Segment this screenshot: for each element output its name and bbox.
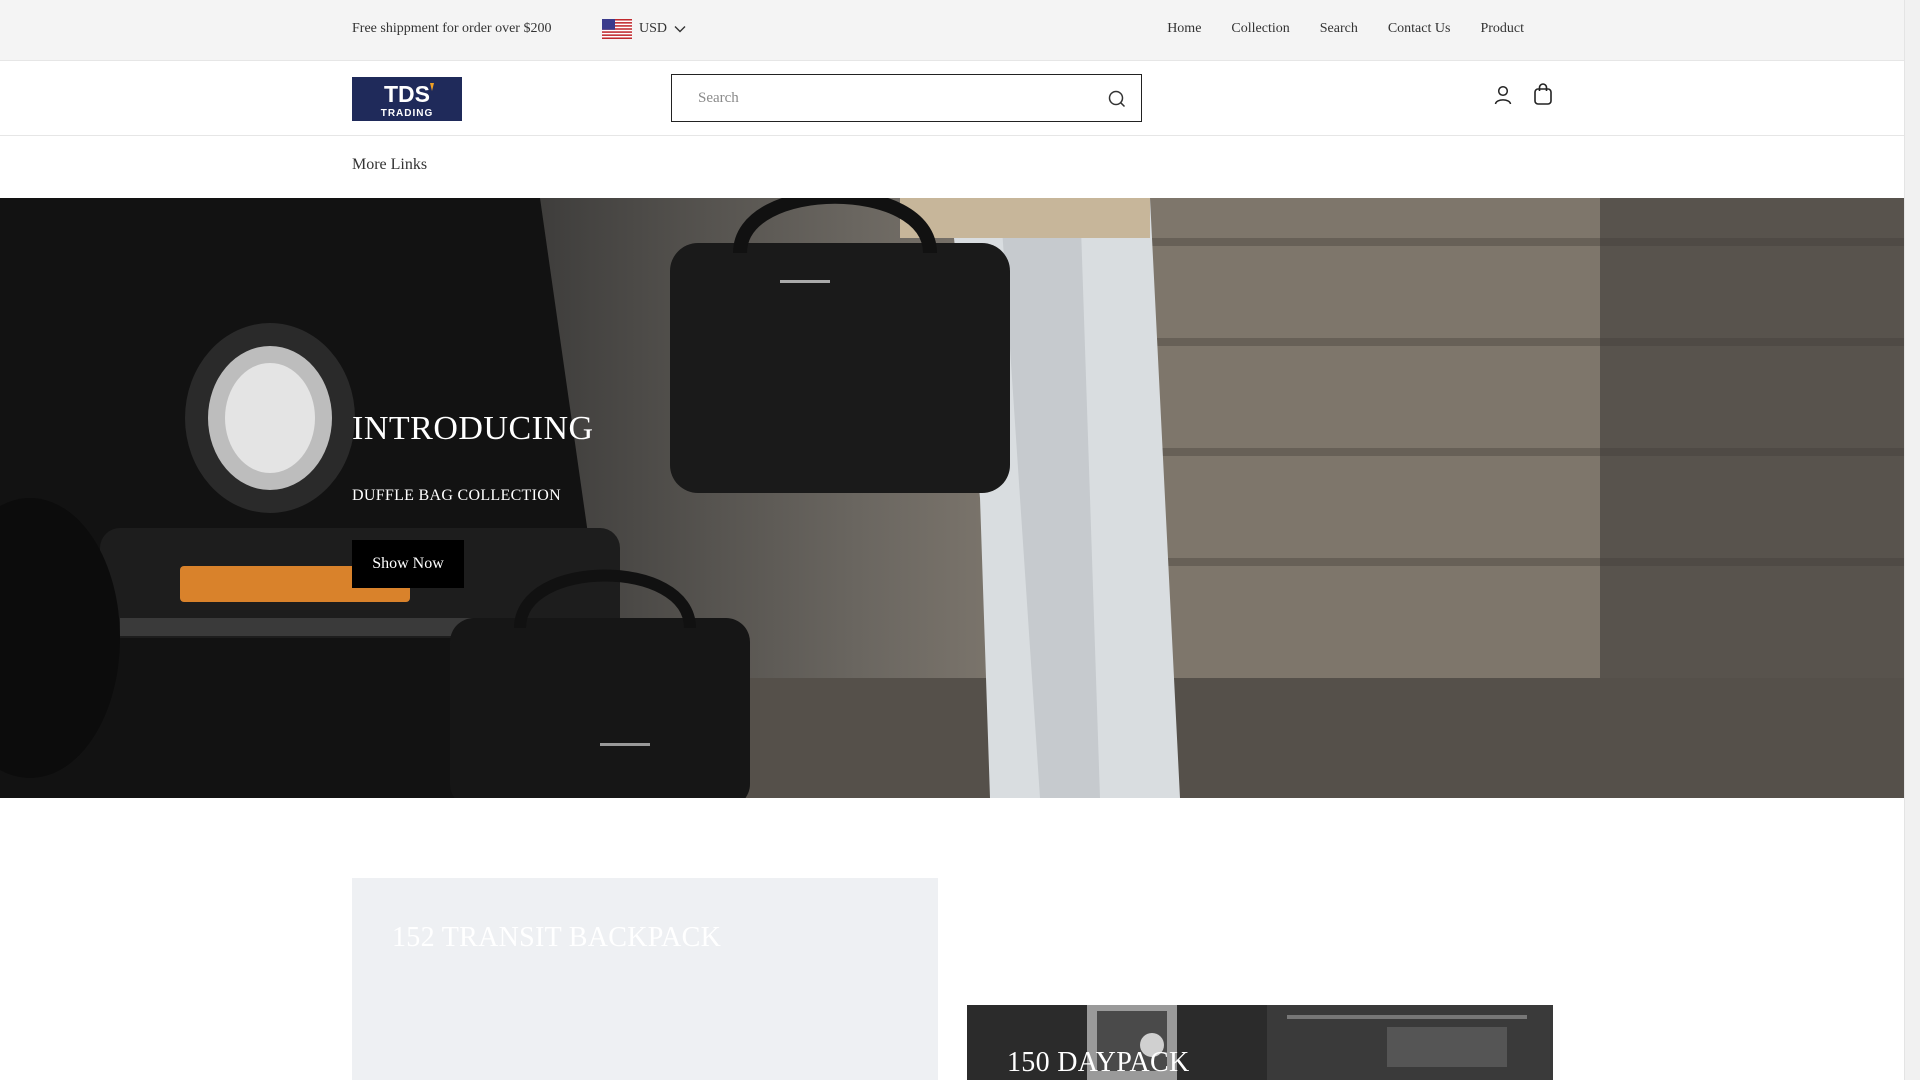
account-icon[interactable] — [1493, 84, 1513, 106]
more-links-menu[interactable]: More Links — [352, 156, 427, 174]
site-header: TDS TRADING — [0, 61, 1904, 136]
brand-logo[interactable]: TDS TRADING — [352, 77, 462, 121]
page-scrollbar[interactable] — [1904, 0, 1920, 1080]
hero-banner: INTRODUCING DUFFLE BAG COLLECTION Show N… — [0, 198, 1904, 798]
hero-title: INTRODUCING — [352, 410, 594, 447]
top-navigation: Home Collection Search Contact Us Produc… — [1167, 21, 1524, 37]
nav-product[interactable]: Product — [1480, 21, 1524, 37]
logo-line1: TDS — [384, 81, 430, 107]
logo-line2: TRADING — [381, 108, 434, 119]
nav-search[interactable]: Search — [1320, 21, 1358, 37]
chevron-down-icon — [674, 26, 686, 33]
currency-code: USD — [639, 21, 668, 36]
storefront-page: Free shippment for order over $200 USD H… — [0, 0, 1904, 1080]
hero-background-image — [0, 198, 1904, 798]
nav-home[interactable]: Home — [1167, 21, 1201, 37]
featured-card-title: 152 TRANSIT BACKPACK — [392, 922, 722, 953]
featured-card-daypack[interactable]: 150 DAYPACK — [967, 1005, 1553, 1080]
search-input[interactable] — [672, 75, 1092, 121]
free-shipping-text: Free shippment for order over $200 — [352, 21, 552, 36]
nav-contact-us[interactable]: Contact Us — [1388, 21, 1451, 37]
search-box — [671, 74, 1142, 122]
featured-card-title: 150 DAYPACK — [1007, 1047, 1190, 1078]
featured-card-transit-backpack[interactable]: 152 TRANSIT BACKPACK — [352, 878, 938, 1080]
cart-bag-icon[interactable] — [1533, 82, 1553, 106]
us-flag-icon — [602, 19, 632, 39]
search-icon[interactable] — [1107, 89, 1127, 109]
currency-selector[interactable]: USD — [602, 19, 686, 39]
show-now-button[interactable]: Show Now — [352, 540, 464, 588]
secondary-nav: More Links — [0, 136, 1904, 198]
hero-subtitle: DUFFLE BAG COLLECTION — [352, 487, 561, 504]
nav-collection[interactable]: Collection — [1231, 21, 1289, 37]
announcement-bar: Free shippment for order over $200 USD H… — [0, 0, 1904, 61]
